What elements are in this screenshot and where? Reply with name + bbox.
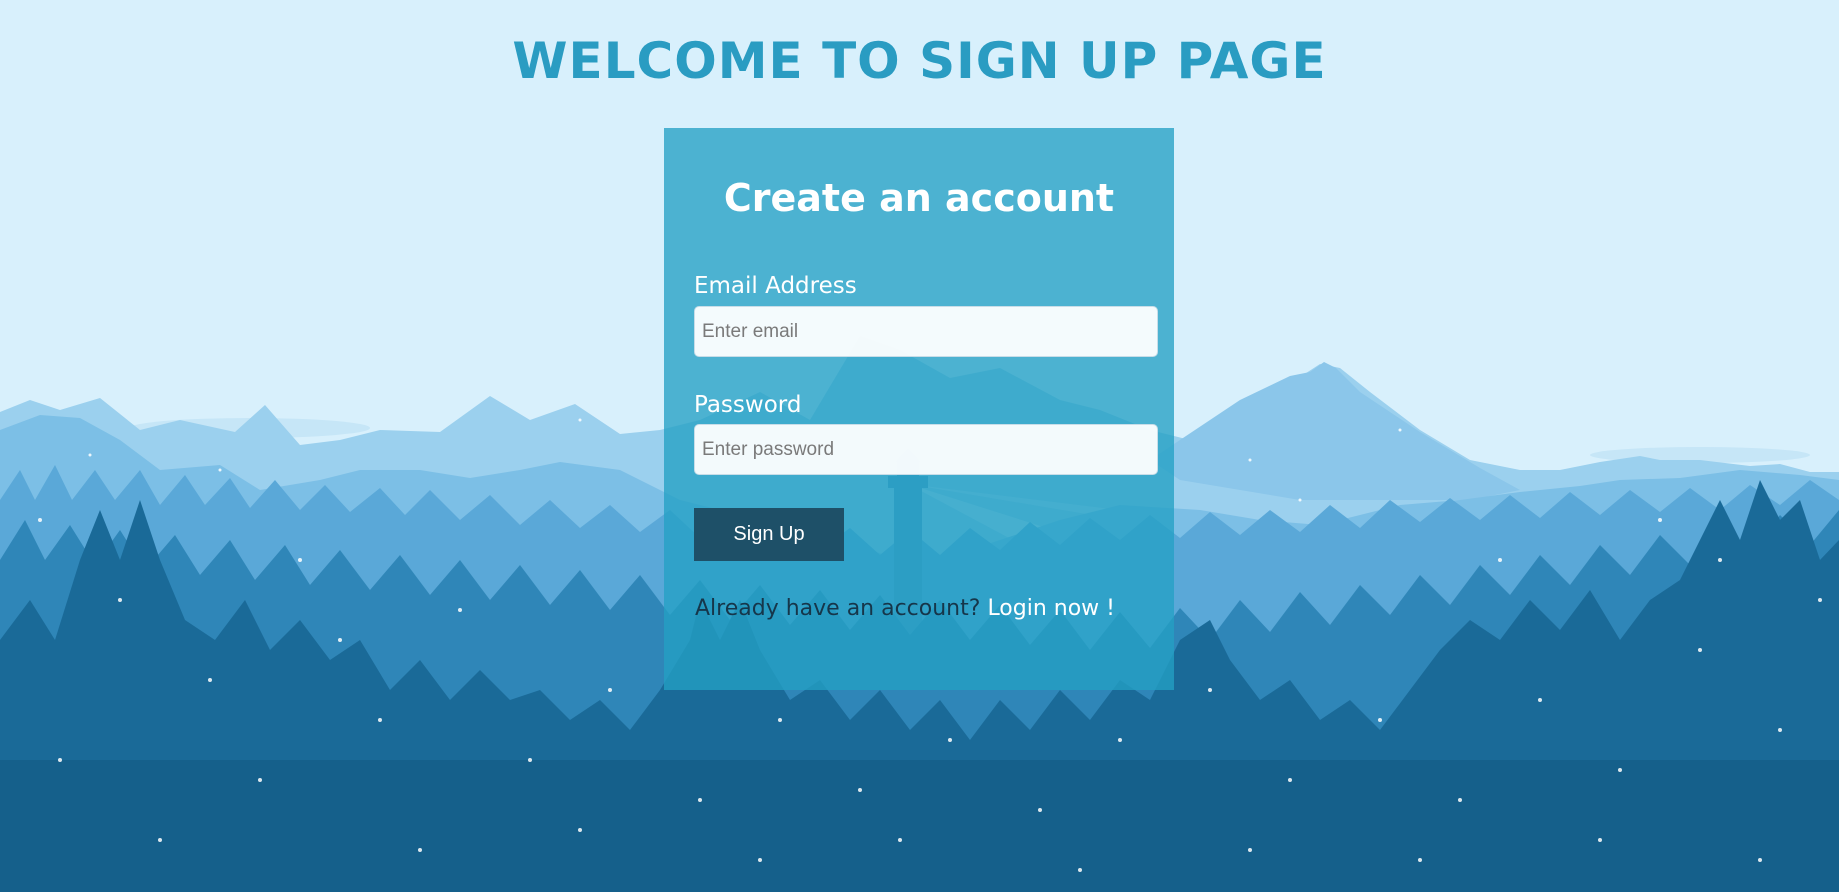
sign-up-button[interactable]: Sign Up bbox=[694, 508, 844, 561]
signup-page: WELCOME TO SIGN UP PAGE Create an accoun… bbox=[0, 0, 1839, 892]
login-now-link[interactable]: Login now ! bbox=[987, 596, 1115, 621]
login-prompt-text: Already have an account? bbox=[695, 596, 981, 621]
email-field[interactable] bbox=[694, 306, 1158, 357]
password-label: Password bbox=[694, 392, 802, 418]
signup-card: Create an account Email Address Password… bbox=[664, 128, 1174, 690]
login-prompt-line: Already have an account? Login now ! bbox=[695, 596, 1115, 621]
email-label: Email Address bbox=[694, 273, 857, 299]
password-field[interactable] bbox=[694, 424, 1158, 475]
page-title: WELCOME TO SIGN UP PAGE bbox=[512, 32, 1327, 90]
card-heading: Create an account bbox=[723, 176, 1115, 220]
